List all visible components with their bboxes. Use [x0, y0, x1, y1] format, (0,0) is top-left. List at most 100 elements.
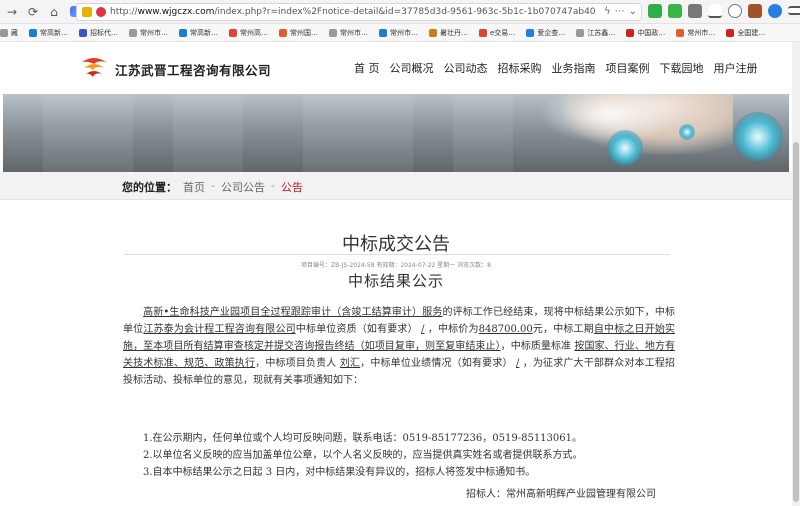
bookmark-favicon — [429, 28, 437, 37]
bookmark-favicon — [479, 28, 487, 37]
bookmark-favicon — [229, 28, 237, 37]
notice-items: 1.在公示期内，任何单位或个人均可反映问题，联系电话：0519-85177236… — [143, 430, 683, 481]
bookmark-label: 藏 — [11, 28, 18, 37]
nav-tender-procurement[interactable]: 招标采购 — [498, 60, 542, 76]
bookmark-item[interactable]: 常高新… — [179, 28, 218, 38]
nav-company-news[interactable]: 公司动态 — [444, 60, 488, 76]
bookmark-label: 全国建… — [737, 28, 766, 37]
bookmark-item[interactable]: 常高新… — [29, 28, 68, 38]
more-dots-icon[interactable]: ⋯ — [615, 6, 625, 17]
nav-business-guide[interactable]: 业务指南 — [552, 60, 596, 76]
bookmark-label: 常州市… — [687, 28, 716, 37]
breadcrumb-home[interactable]: 首页 — [183, 179, 205, 195]
bookmark-label: 常州市… — [340, 28, 368, 37]
bid-price: 848700.00 — [478, 324, 533, 335]
bookmark-item[interactable]: 江苏鑫… — [576, 28, 615, 38]
bookmark-label: 常州高… — [240, 28, 268, 37]
breadcrumb-separator: - — [270, 179, 275, 192]
site-favicon — [96, 7, 106, 17]
home-icon[interactable]: ⌂ — [45, 3, 63, 21]
lightning-icon[interactable]: ϟ — [604, 6, 611, 17]
bookmark-item[interactable]: 常州市… — [379, 28, 418, 38]
bookmark-favicon — [79, 28, 87, 37]
bookmark-label: 江苏鑫… — [587, 28, 616, 37]
bookmark-label: e交易… — [490, 28, 516, 37]
bookmark-label: 常州市… — [390, 28, 418, 37]
url-text[interactable]: http://www.wjgczx.com/index.php?r=index%… — [110, 7, 596, 17]
bookmark-favicon — [129, 28, 137, 37]
project-name: 高新•生命科技产业园项目全过程跟踪审计（含竣工结算审计）服务 — [143, 307, 443, 318]
main-nav: 首 页 公司概况 公司动态 招标采购 业务指南 项目案例 下载园地 用户注册 — [354, 60, 768, 76]
breadcrumb-separator: - — [211, 179, 215, 192]
bookmark-label: 常州市… — [140, 28, 168, 37]
bookmark-item[interactable]: 中国政… — [626, 28, 665, 38]
project-manager: 刘汇 — [339, 358, 361, 369]
browser-account-icon[interactable] — [768, 4, 782, 18]
bookmark-item[interactable]: 藏 — [0, 28, 18, 38]
bookmark-item[interactable]: 常州市… — [129, 28, 168, 38]
bookmark-item[interactable]: 常州市… — [329, 28, 368, 38]
chevron-down-icon[interactable]: ⌄ — [629, 6, 637, 17]
bookmark-label: 爱企查… — [537, 28, 566, 37]
security-info-icon[interactable] — [82, 7, 92, 17]
site-header: 江苏武晋工程咨询有限公司 首 页 公司概况 公司动态 招标采购 业务指南 项目案… — [0, 42, 792, 94]
list-item: 3.自本中标结果公示之日起 3 日内，对中标结果没有异议的，招标人将签发中标通知… — [143, 467, 536, 478]
bookmark-item[interactable]: 常州市… — [676, 28, 715, 38]
nav-downloads[interactable]: 下载园地 — [660, 60, 704, 76]
bookmark-favicon — [626, 28, 635, 37]
forward-icon[interactable]: → — [3, 3, 21, 21]
nav-home[interactable]: 首 页 — [354, 60, 380, 76]
undo-icon[interactable] — [728, 4, 742, 18]
bookmark-favicon — [676, 28, 685, 37]
wallet-icon[interactable] — [748, 4, 762, 18]
breadcrumb-section[interactable]: 公司公告 — [221, 179, 265, 195]
bookmark-item[interactable]: 全国建… — [726, 28, 765, 38]
qualification: / — [421, 324, 425, 335]
bookmark-favicon — [179, 28, 187, 37]
bookmark-favicon — [279, 28, 287, 37]
page-scrollbar[interactable] — [792, 42, 800, 506]
nav-user-register[interactable]: 用户注册 — [714, 60, 758, 76]
bookmark-label: 中国政… — [637, 28, 666, 37]
nav-project-cases[interactable]: 项目案例 — [606, 60, 650, 76]
download-icon[interactable] — [708, 4, 722, 18]
breadcrumb-bar: 您的位置： 首页 - 公司公告 - 公告 — [0, 172, 792, 200]
bookmark-favicon — [329, 28, 337, 37]
bookmark-label: 常州国… — [290, 28, 318, 37]
breadcrumb: 您的位置： 首页 - 公司公告 - 公告 — [122, 179, 303, 195]
nav-company-overview[interactable]: 公司概况 — [390, 60, 434, 76]
web-page: 江苏武晋工程咨询有限公司 首 页 公司概况 公司动态 招标采购 业务指南 项目案… — [0, 42, 792, 506]
bookmark-item[interactable]: e交易… — [479, 28, 515, 38]
email-bubble-icon — [607, 130, 643, 166]
bookmark-favicon — [379, 28, 387, 37]
bookmark-favicon — [29, 28, 37, 37]
bookmark-favicon — [576, 28, 585, 37]
browser-toolbar: → ⟳ ⌂ http://www.wjgczx.com/index.php?r=… — [0, 0, 800, 24]
bookmark-item[interactable]: 招标代… — [79, 28, 118, 38]
company-logo — [82, 58, 106, 77]
address-bar[interactable]: http://www.wjgczx.com/index.php?r=index%… — [76, 3, 642, 21]
bookmark-item[interactable]: 爱企查… — [526, 28, 565, 38]
bookmark-item[interactable]: 常州高… — [229, 28, 268, 38]
wechat-extension-icon[interactable] — [668, 4, 682, 18]
bookmark-label: 常高新… — [190, 28, 218, 37]
menu-icon[interactable] — [788, 6, 800, 15]
bookmark-item[interactable]: 常州国… — [279, 28, 318, 38]
shield-extension-icon[interactable] — [648, 4, 662, 18]
winning-bidder: 江苏泰为会计程工程咨询有限公司 — [143, 324, 296, 335]
bookmark-favicon — [726, 28, 735, 37]
bookmark-item[interactable]: 暑壮丹… — [429, 28, 468, 38]
bookmark-favicon — [0, 28, 8, 37]
at-bubble-icon — [733, 112, 783, 162]
puzzle-icon[interactable] — [688, 4, 702, 18]
reload-icon[interactable]: ⟳ — [24, 3, 42, 21]
bookmark-label: 招标代… — [90, 28, 118, 37]
bookmark-favicon — [526, 28, 535, 37]
scrollbar-thumb[interactable] — [793, 142, 799, 502]
title-divider — [124, 254, 670, 255]
small-bubble-icon — [679, 124, 695, 140]
site-name[interactable]: 江苏武晋工程咨询有限公司 — [115, 60, 271, 79]
breadcrumb-label: 您的位置： — [122, 181, 177, 194]
bookmarks-bar: 藏 常高新… 招标代… 常州市… 常高新… 常州高… 常州国… 常州市… 常州市… 暑壮丹… e交易… — [0, 24, 800, 42]
bookmark-label: 常高新… — [40, 28, 68, 37]
